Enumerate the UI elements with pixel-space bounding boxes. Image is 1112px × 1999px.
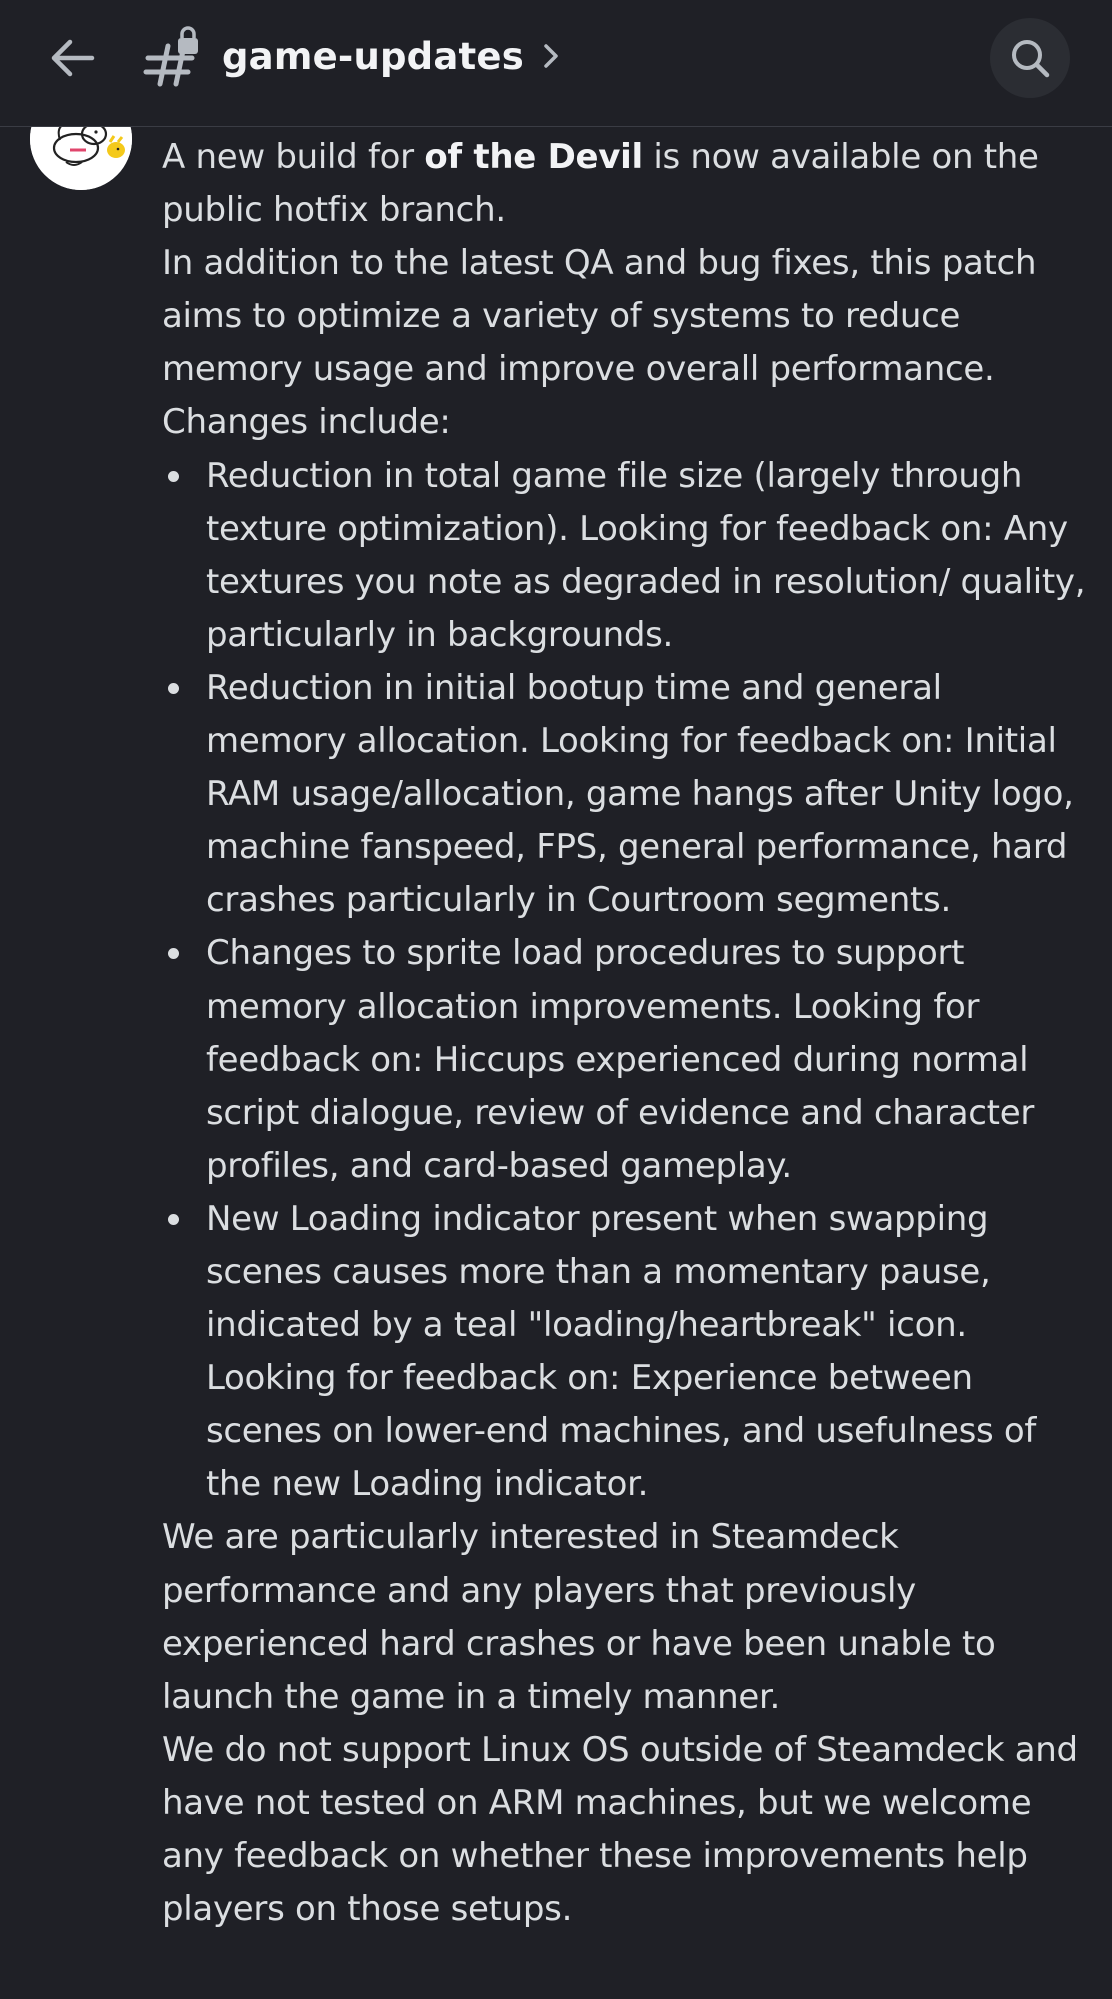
- channel-header: game-updates: [0, 0, 1112, 127]
- message-paragraph-linux: We do not support Linux OS outside of St…: [162, 1729, 1078, 1930]
- chevron-right-icon: [542, 41, 560, 71]
- message-intro: A new build for of the Devil is now avai…: [162, 131, 1092, 237]
- game-title: of the Devil: [424, 137, 643, 177]
- channel-title[interactable]: game-updates: [222, 26, 560, 86]
- search-icon: [1012, 40, 1050, 78]
- bullet: [168, 1213, 179, 1225]
- list-item-text: Reduction in initial bootup time and gen…: [206, 667, 1074, 921]
- message-paragraph-steamdeck: We are particularly interested in Steamd…: [162, 1517, 996, 1717]
- changes-list: Reduction in total game file size (large…: [162, 450, 1092, 1512]
- arrow-left-icon: [51, 39, 95, 77]
- message-body: A new build for of the Devil is now avai…: [162, 131, 1092, 1936]
- list-item-text: Reduction in total game file size (large…: [206, 455, 1086, 655]
- list-item: New Loading indicator present when swapp…: [162, 1193, 1092, 1512]
- bullet: [168, 948, 179, 960]
- hash-lock-icon: [142, 26, 204, 88]
- channel-name: game-updates: [222, 34, 524, 78]
- list-item-text: Changes to sprite load procedures to sup…: [206, 933, 1034, 1186]
- changes-heading: Changes include:: [162, 402, 451, 443]
- list-item: Changes to sprite load procedures to sup…: [162, 927, 1092, 1192]
- intro-text: A new build for: [162, 137, 425, 177]
- list-item-text: New Loading indicator present when swapp…: [206, 1198, 1037, 1505]
- list-item: Reduction in initial bootup time and gen…: [162, 662, 1092, 927]
- search-button[interactable]: [990, 18, 1070, 98]
- bullet: [168, 470, 179, 482]
- message-paragraph: In addition to the latest QA and bug fix…: [162, 243, 1037, 390]
- back-button[interactable]: [42, 30, 102, 86]
- bullet: [168, 682, 179, 694]
- list-item: Reduction in total game file size (large…: [162, 450, 1092, 662]
